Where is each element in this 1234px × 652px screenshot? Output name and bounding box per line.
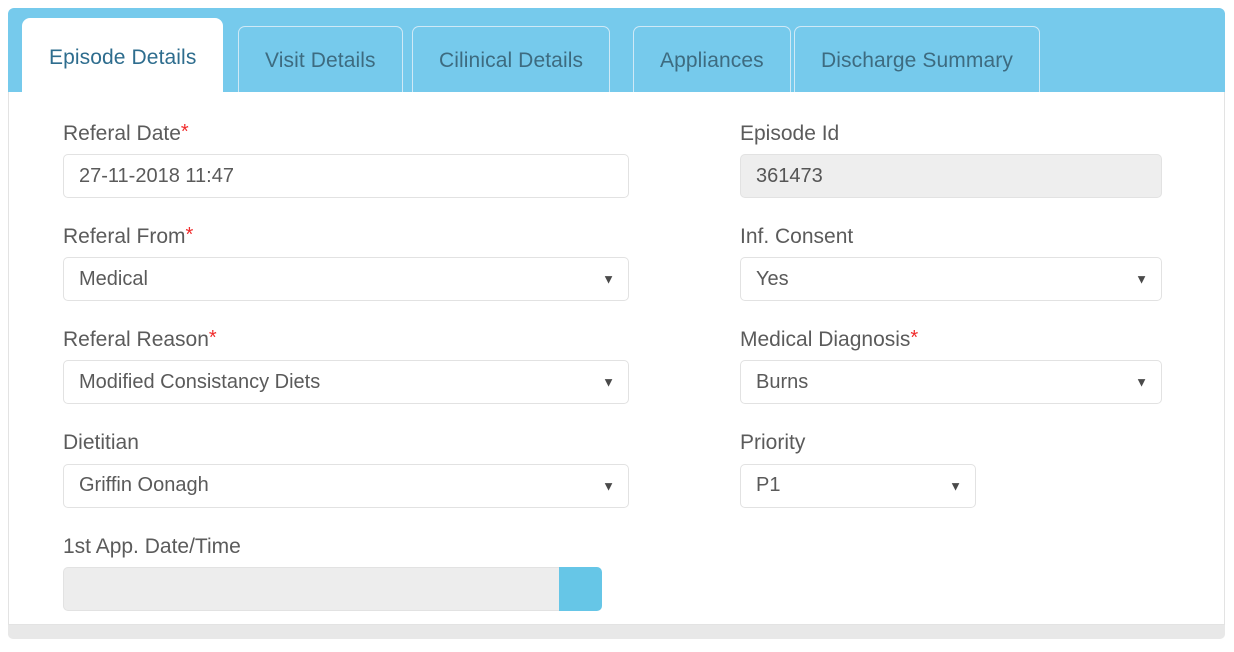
episode-form-window: Episode Details Visit Details Cilinical … bbox=[8, 8, 1225, 640]
medical-diagnosis-label-text: Medical Diagnosis bbox=[740, 328, 911, 352]
first-app-datetime-group bbox=[63, 566, 602, 611]
referal-reason-label: Referal Reason* bbox=[63, 328, 629, 352]
required-asterisk: * bbox=[185, 224, 194, 247]
field-first-app-datetime: 1st App. Date/Time bbox=[63, 535, 629, 611]
referal-from-label-text: Referal From bbox=[63, 225, 186, 249]
referal-reason-label-text: Referal Reason bbox=[63, 328, 209, 352]
dietitian-value: Griffin Oonagh bbox=[79, 474, 209, 497]
priority-select[interactable]: P1 ▼ bbox=[740, 463, 976, 508]
calendar-picker-button[interactable] bbox=[559, 566, 602, 611]
field-referal-date: Referal Date* 27-11-2018 11:47 bbox=[63, 122, 629, 199]
inf-consent-label: Inf. Consent bbox=[740, 225, 854, 249]
tab-appliances[interactable]: Appliances bbox=[633, 26, 791, 94]
episode-details-form: Referal Date* 27-11-2018 11:47 Referal F… bbox=[9, 92, 1224, 624]
inf-consent-select[interactable]: Yes ▼ bbox=[740, 257, 1162, 302]
tab-episode-details[interactable]: Episode Details bbox=[22, 18, 224, 96]
tab-label: Cilinical Details bbox=[439, 48, 584, 72]
medical-diagnosis-select[interactable]: Burns ▼ bbox=[740, 360, 1162, 405]
referal-from-label: Referal From* bbox=[63, 225, 629, 249]
tab-label: Episode Details bbox=[49, 45, 197, 69]
referal-from-select[interactable]: Medical ▼ bbox=[63, 257, 629, 302]
episode-details-panel: Referal Date* 27-11-2018 11:47 Referal F… bbox=[8, 92, 1225, 625]
field-inf-consent: Inf. Consent Yes ▼ bbox=[740, 225, 1180, 302]
episode-id-label: Episode Id bbox=[740, 122, 840, 145]
form-column-right: Episode Id 361473 Inf. Consent Yes ▼ Med… bbox=[740, 122, 1180, 535]
tab-visit-details[interactable]: Visit Details bbox=[238, 26, 403, 94]
episode-id-input: 361473 bbox=[740, 154, 1162, 199]
first-app-datetime-label: 1st App. Date/Time bbox=[63, 534, 241, 558]
field-referal-from: Referal From* Medical ▼ bbox=[63, 225, 629, 302]
referal-date-label-text: Referal Date bbox=[63, 122, 181, 145]
tab-label: Appliances bbox=[660, 48, 764, 72]
referal-reason-value: Modified Consistancy Diets bbox=[79, 370, 321, 393]
episode-id-value: 361473 bbox=[756, 164, 823, 187]
chevron-down-icon: ▼ bbox=[602, 478, 615, 494]
medical-diagnosis-value: Burns bbox=[756, 370, 809, 393]
referal-date-label: Referal Date* bbox=[63, 122, 629, 146]
required-asterisk: * bbox=[208, 327, 217, 350]
inf-consent-value: Yes bbox=[756, 267, 789, 290]
priority-label: Priority bbox=[740, 431, 806, 455]
required-asterisk: * bbox=[910, 327, 919, 350]
chevron-down-icon: ▼ bbox=[602, 374, 615, 390]
tab-label: Discharge Summary bbox=[821, 48, 1013, 72]
form-column-left: Referal Date* 27-11-2018 11:47 Referal F… bbox=[63, 122, 629, 638]
tab-strip: Episode Details Visit Details Cilinical … bbox=[8, 8, 1225, 96]
field-medical-diagnosis: Medical Diagnosis* Burns ▼ bbox=[740, 328, 1180, 405]
field-priority: Priority P1 ▼ bbox=[740, 431, 1180, 508]
chevron-down-icon: ▼ bbox=[949, 478, 962, 494]
field-referal-reason: Referal Reason* Modified Consistancy Die… bbox=[63, 328, 629, 405]
chevron-down-icon: ▼ bbox=[1135, 271, 1148, 287]
dietitian-select[interactable]: Griffin Oonagh ▼ bbox=[63, 463, 629, 508]
tab-cilinical-details[interactable]: Cilinical Details bbox=[412, 26, 611, 94]
referal-reason-select[interactable]: Modified Consistancy Diets ▼ bbox=[63, 360, 629, 405]
referal-date-value: 27-11-2018 11:47 bbox=[79, 164, 234, 187]
field-dietitian: Dietitian Griffin Oonagh ▼ bbox=[63, 431, 629, 508]
required-asterisk: * bbox=[180, 121, 189, 143]
dietitian-label: Dietitian bbox=[63, 431, 139, 455]
priority-value: P1 bbox=[756, 474, 781, 497]
referal-from-value: Medical bbox=[79, 267, 148, 290]
chevron-down-icon: ▼ bbox=[1135, 374, 1148, 390]
field-episode-id: Episode Id 361473 bbox=[740, 122, 1180, 199]
medical-diagnosis-label: Medical Diagnosis* bbox=[740, 328, 1180, 352]
tab-discharge-summary[interactable]: Discharge Summary bbox=[794, 26, 1040, 94]
first-app-datetime-input[interactable] bbox=[63, 566, 559, 611]
chevron-down-icon: ▼ bbox=[602, 271, 615, 287]
panel-footer bbox=[8, 625, 1225, 639]
referal-date-input[interactable]: 27-11-2018 11:47 bbox=[63, 154, 629, 199]
tab-label: Visit Details bbox=[265, 48, 376, 72]
